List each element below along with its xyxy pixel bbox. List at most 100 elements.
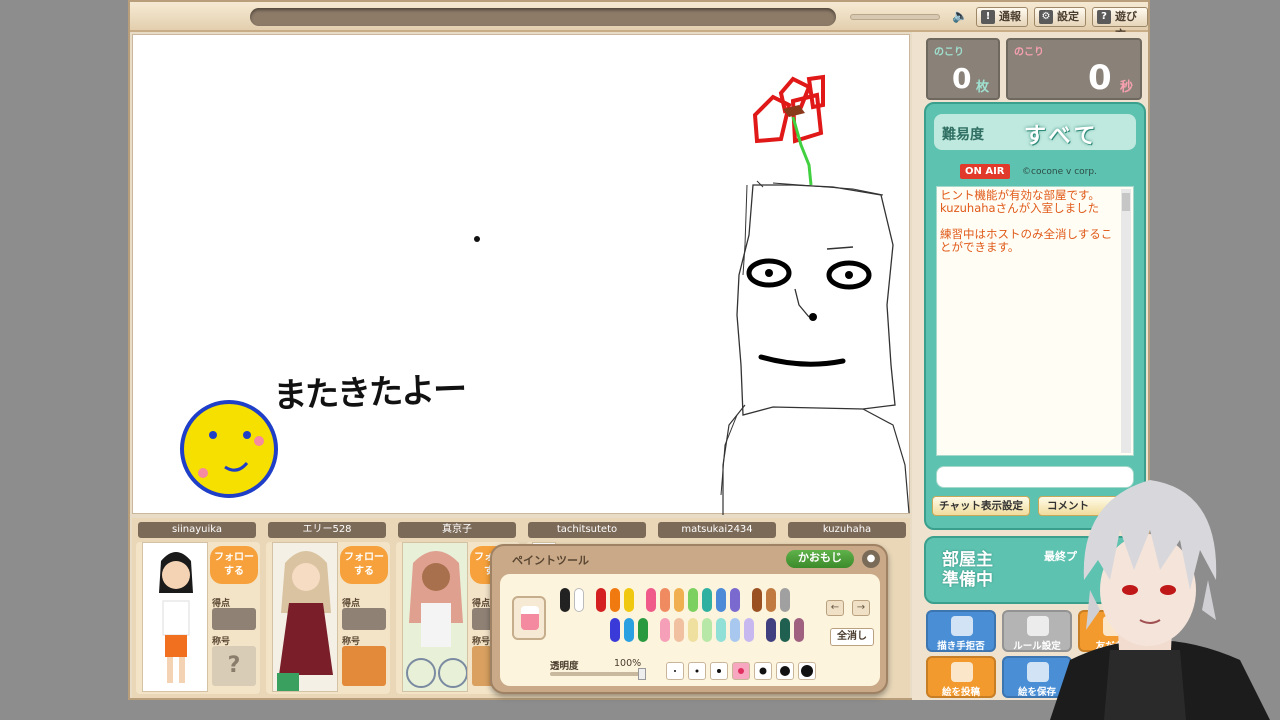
brush-size-4[interactable] xyxy=(732,662,750,680)
color-pen[interactable] xyxy=(688,618,698,642)
game-window: 🔈 ! 通報 ⚙ 設定 ? 遊び方 xyxy=(128,0,1150,700)
color-pen[interactable] xyxy=(702,588,712,612)
color-pen[interactable] xyxy=(596,588,606,612)
color-pen[interactable] xyxy=(794,618,804,642)
difficulty-display: 難易度 すべて xyxy=(934,114,1136,150)
canvas-drawing xyxy=(180,74,910,515)
volume-slider[interactable] xyxy=(850,14,940,20)
follow-button[interactable]: フォロー する xyxy=(340,546,388,584)
speaker-icon[interactable]: 🔈 xyxy=(952,8,970,26)
report-icon: ! xyxy=(981,10,995,24)
copyright-text: ©cocone v corp. xyxy=(1022,167,1097,177)
clear-all-button[interactable]: 全消し xyxy=(830,628,874,646)
help-icon: ? xyxy=(1097,10,1111,24)
avatar[interactable] xyxy=(142,542,208,692)
chat-scrollbar[interactable] xyxy=(1121,189,1131,453)
color-pen[interactable] xyxy=(702,618,712,642)
report-button[interactable]: ! 通報 xyxy=(976,7,1028,27)
difficulty-label: 難易度 xyxy=(942,127,984,143)
color-pen[interactable] xyxy=(716,618,726,642)
flower-petal xyxy=(752,94,792,144)
score-value xyxy=(212,608,256,630)
avatar[interactable] xyxy=(272,542,338,692)
brush-size-3[interactable] xyxy=(710,662,728,680)
color-pen[interactable] xyxy=(574,588,584,612)
follow-button[interactable]: フォロー する xyxy=(210,546,258,584)
brush-size-1[interactable] xyxy=(666,662,684,680)
kaomoji-button[interactable]: かおもじ xyxy=(786,550,854,568)
undo-button[interactable]: ← xyxy=(826,600,844,616)
player-name: エリー528 xyxy=(268,522,386,538)
paint-tool-body: ← → 全消し 透明度 100% xyxy=(500,574,880,686)
eraser-tool[interactable] xyxy=(512,596,546,640)
chat-log: ヒント機能が有効な部屋です。 kuzuhahaさんが入室しました 練習中はホスト… xyxy=(936,186,1134,456)
handwritten-text: またきたよー xyxy=(272,369,466,417)
color-pen[interactable] xyxy=(610,588,620,612)
time-value: 0 xyxy=(1088,58,1112,98)
howto-button[interactable]: ? 遊び方 xyxy=(1092,7,1148,41)
time-unit: 秒 xyxy=(1120,80,1134,95)
color-pen[interactable] xyxy=(674,618,684,642)
color-pen[interactable] xyxy=(638,618,648,642)
rank-value: ? xyxy=(212,646,256,686)
redo-button[interactable]: → xyxy=(852,600,870,616)
cursor-icon xyxy=(474,236,480,242)
flower-stem xyxy=(791,116,813,186)
color-pen[interactable] xyxy=(688,588,698,612)
color-pen[interactable] xyxy=(646,588,656,612)
reject-drawer-button[interactable]: 描き手拒否 xyxy=(926,610,996,652)
opacity-label: 透明度 xyxy=(550,661,579,672)
brush-size-5[interactable] xyxy=(754,662,772,680)
color-pen[interactable] xyxy=(624,618,634,642)
streamer-avatar xyxy=(1050,480,1270,720)
color-pen[interactable] xyxy=(674,588,684,612)
color-pen[interactable] xyxy=(730,588,740,612)
rank-badge xyxy=(342,646,386,686)
host-status-text: 部屋主 準備中 xyxy=(942,550,993,590)
player-name: kuzuhaha xyxy=(788,522,906,538)
round-progress-bar xyxy=(250,8,836,26)
brush-size-7[interactable] xyxy=(798,662,816,680)
player-card: フォロー する 得点 称号 ? xyxy=(136,542,260,694)
opacity-slider-thumb[interactable] xyxy=(638,668,646,680)
cards-value: 0 xyxy=(952,62,972,95)
mouth xyxy=(758,354,846,367)
top-bar: 🔈 ! 通報 ⚙ 設定 ? 遊び方 xyxy=(130,2,1148,41)
post-drawing-button[interactable]: 絵を投稿 xyxy=(926,656,996,698)
stream-frame: 🔈 ! 通報 ⚙ 設定 ? 遊び方 xyxy=(0,0,1280,720)
body-outline xyxy=(722,404,910,515)
opacity-slider[interactable] xyxy=(550,672,646,676)
settings-button[interactable]: ⚙ 設定 xyxy=(1034,7,1086,27)
difficulty-value: すべて xyxy=(1024,124,1100,149)
onair-badge: ON AIR xyxy=(960,164,1010,179)
color-pen[interactable] xyxy=(610,618,620,642)
color-pen[interactable] xyxy=(660,618,670,642)
time-remaining: のこり 0 秒 xyxy=(1006,38,1142,100)
paint-tool-panel: ペイントツール かおもじ ● ← → 全消し 透明度 100% xyxy=(490,544,888,694)
player-name: matsukai2434 xyxy=(658,522,776,538)
gear-icon: ⚙ xyxy=(1039,10,1053,24)
paint-tool-title: ペイントツール xyxy=(512,554,589,567)
chat-display-settings-button[interactable]: チャット表示設定 xyxy=(932,496,1030,516)
color-pen[interactable] xyxy=(624,588,634,612)
brush-size-2[interactable] xyxy=(688,662,706,680)
color-pen[interactable] xyxy=(752,588,762,612)
close-icon[interactable]: ● xyxy=(862,550,880,568)
color-pen[interactable] xyxy=(744,618,754,642)
brush-size-6[interactable] xyxy=(776,662,794,680)
color-pen[interactable] xyxy=(660,588,670,612)
chat-message: kuzuhahaさんが入室しました xyxy=(940,201,1100,215)
color-pen[interactable] xyxy=(780,618,790,642)
player-name: siinayuika xyxy=(138,522,256,538)
drawing-canvas[interactable]: またきたよー xyxy=(132,34,910,515)
avatar[interactable] xyxy=(402,542,468,692)
color-pen[interactable] xyxy=(560,588,570,612)
color-pen[interactable] xyxy=(766,588,776,612)
color-pen[interactable] xyxy=(716,588,726,612)
color-pen[interactable] xyxy=(730,618,740,642)
chat-message: 練習中はホストのみ全消しすることができます。 xyxy=(940,227,1113,254)
player-name: tachitsuteto xyxy=(528,522,646,538)
color-pen[interactable] xyxy=(766,618,776,642)
color-pen[interactable] xyxy=(780,588,790,612)
cards-remaining: のこり 0 枚 xyxy=(926,38,1000,100)
